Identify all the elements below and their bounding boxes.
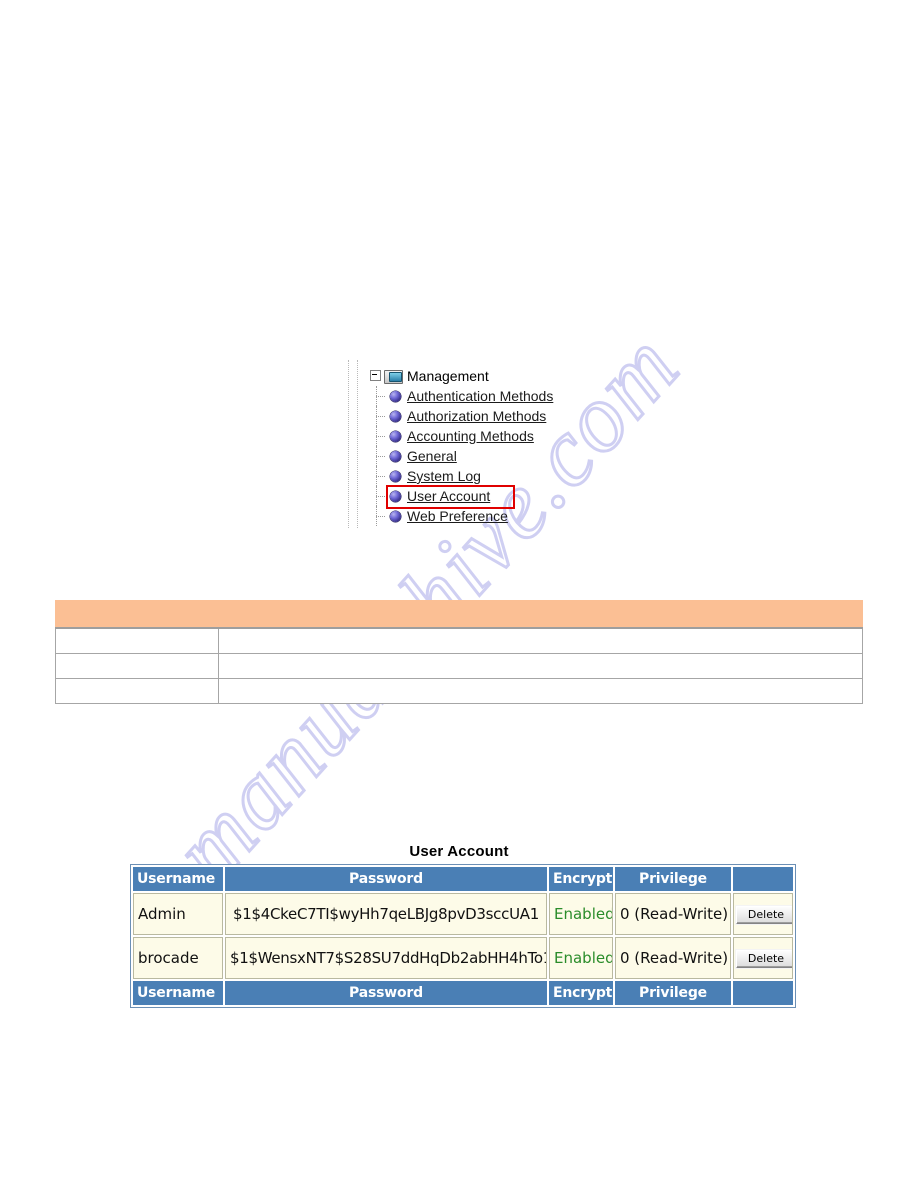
- cell-username: brocade: [133, 937, 223, 979]
- sidebar-item-web-preference[interactable]: Web Preference: [376, 506, 576, 526]
- column-header-actions: [733, 867, 793, 891]
- tree-children-list: Authentication Methods Authorization Met…: [376, 386, 576, 526]
- cell-actions: Delete: [733, 893, 793, 935]
- tree-connector-horizontal: [376, 396, 385, 397]
- footer-header-actions: [733, 981, 793, 1005]
- management-navigation-tree: Management Authentication Methods Author…: [348, 360, 578, 528]
- tree-guide-line-inner: [357, 360, 358, 528]
- table-row: [55, 678, 863, 704]
- delete-button[interactable]: Delete: [736, 950, 792, 968]
- spec-header-cell-2: [218, 600, 863, 629]
- spec-cell-label: [55, 627, 219, 654]
- cell-password-hash: $1$WensxNT7$S28SU7ddHqDb2abHH4hTo1: [225, 937, 547, 979]
- user-account-table: Username Password Encrypt Privilege Admi…: [130, 864, 796, 1008]
- sidebar-item-label[interactable]: General: [407, 448, 457, 464]
- footer-header-privilege: Privilege: [615, 981, 731, 1005]
- spec-cell-value: [218, 678, 863, 704]
- tree-connector-horizontal: [376, 516, 385, 517]
- page-title: User Account: [409, 843, 509, 860]
- tree-guide-line-outer: [348, 360, 349, 528]
- table-header-row: Username Password Encrypt Privilege: [133, 867, 793, 891]
- sidebar-item-label[interactable]: Authorization Methods: [407, 408, 546, 424]
- sphere-bullet-icon: [390, 430, 401, 442]
- collapse-expander-icon[interactable]: [370, 370, 381, 381]
- sidebar-item-label[interactable]: Authentication Methods: [407, 388, 553, 404]
- table-row: [55, 627, 863, 654]
- cell-password-hash: $1$4CkeC7TI$wyHh7qeLBJg8pvD3sccUA1: [225, 893, 547, 935]
- table-header-row: [55, 600, 863, 629]
- sphere-bullet-icon: [390, 390, 401, 402]
- sidebar-item-accounting-methods[interactable]: Accounting Methods: [376, 426, 576, 446]
- column-header-password: Password: [225, 867, 547, 891]
- cell-privilege: 0 (Read-Write): [615, 893, 731, 935]
- column-header-username: Username: [133, 867, 223, 891]
- spec-cell-label: [55, 653, 219, 679]
- sidebar-item-label[interactable]: Accounting Methods: [407, 428, 534, 444]
- column-header-encrypt: Encrypt: [549, 867, 613, 891]
- tree-root-management[interactable]: Management: [370, 367, 489, 384]
- sphere-bullet-icon: [390, 450, 401, 462]
- watermark-layer: manualshive.com: [0, 0, 918, 1188]
- footer-header-encrypt: Encrypt: [549, 981, 613, 1005]
- cell-username: Admin: [133, 893, 223, 935]
- tree-root-label: Management: [407, 367, 489, 384]
- tree-connector-horizontal: [376, 476, 385, 477]
- table-row: Admin $1$4CkeC7TI$wyHh7qeLBJg8pvD3sccUA1…: [133, 893, 793, 935]
- table-row: [55, 653, 863, 679]
- sidebar-item-label[interactable]: Web Preference: [407, 508, 508, 524]
- table-row: brocade $1$WensxNT7$S28SU7ddHqDb2abHH4hT…: [133, 937, 793, 979]
- sphere-bullet-icon: [390, 510, 401, 522]
- tree-connector-horizontal: [376, 496, 385, 497]
- cell-privilege: 0 (Read-Write): [615, 937, 731, 979]
- sidebar-item-label[interactable]: User Account: [407, 488, 490, 504]
- specification-table: [55, 600, 863, 704]
- cell-encrypt-status: Enabled: [549, 937, 613, 979]
- spec-cell-label: [55, 678, 219, 704]
- delete-button[interactable]: Delete: [736, 906, 792, 924]
- column-header-privilege: Privilege: [615, 867, 731, 891]
- footer-header-password: Password: [225, 981, 547, 1005]
- sidebar-item-general[interactable]: General: [376, 446, 576, 466]
- sidebar-item-system-log[interactable]: System Log: [376, 466, 576, 486]
- sphere-bullet-icon: [390, 490, 401, 502]
- spec-cell-value: [218, 653, 863, 679]
- user-account-panel: User Account Username Password Encrypt P…: [130, 843, 796, 1008]
- sidebar-item-label[interactable]: System Log: [407, 468, 481, 484]
- sphere-bullet-icon: [390, 410, 401, 422]
- management-folder-icon: [384, 369, 403, 384]
- table-footer-row: Username Password Encrypt Privilege: [133, 981, 793, 1005]
- spec-cell-value: [218, 627, 863, 654]
- sidebar-item-authentication-methods[interactable]: Authentication Methods: [376, 386, 576, 406]
- cell-encrypt-status: Enabled: [549, 893, 613, 935]
- tree-connector-horizontal: [376, 416, 385, 417]
- sidebar-item-user-account[interactable]: User Account: [376, 485, 576, 509]
- spec-header-cell-1: [55, 600, 219, 629]
- sphere-bullet-icon: [390, 470, 401, 482]
- tree-connector-horizontal: [376, 456, 385, 457]
- footer-header-username: Username: [133, 981, 223, 1005]
- cell-actions: Delete: [733, 937, 793, 979]
- tree-connector-horizontal: [376, 436, 385, 437]
- sidebar-item-authorization-methods[interactable]: Authorization Methods: [376, 406, 576, 426]
